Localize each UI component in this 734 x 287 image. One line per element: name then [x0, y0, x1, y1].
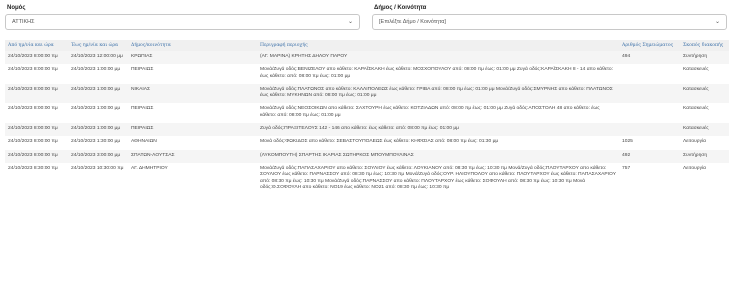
cell-note-number: 1025: [619, 136, 680, 150]
cell-reason: Λειτουργία: [680, 136, 729, 150]
table-row: 24/10/2023 8:00:00 πμ 24/10/2023 3:00:00 …: [5, 149, 729, 163]
cell-dimos: ΑΘΗΝΑΙΩΝ: [128, 136, 257, 150]
header-reason[interactable]: Σκοπός διακοπής: [680, 40, 729, 51]
cell-from: 24/10/2023 8:00:00 πμ: [5, 64, 68, 84]
cell-dimos: ΣΠΑΤΩΝ-ΛΟΥΤΣΑΣ: [128, 149, 257, 163]
nomos-select-value: ΑΤΤΙΚΗΣ: [12, 19, 35, 25]
cell-description: (ΑΓ. ΜΑΡΙΝΑ) ΚΡΗΤΗΣ ΔΗΛΟΥ ΠΑΡΟΥ: [257, 51, 619, 65]
cell-to: 24/10/2023 1:00:00 μμ: [68, 103, 128, 124]
cell-note-number: [619, 103, 680, 124]
table-header-row: Από ημ/νία και ώρα Έως ημ/νία και ώρα Δή…: [5, 40, 729, 51]
header-note-number[interactable]: Αριθμός Σημειώματος: [619, 40, 680, 51]
cell-from: 24/10/2023 8:30:00 πμ: [5, 162, 68, 196]
cell-to: 24/10/2023 1:00:00 μμ: [68, 123, 128, 137]
cell-to: 24/10/2023 1:30:00 μμ: [68, 136, 128, 150]
cell-reason: Λειτουργία: [680, 162, 729, 196]
outages-table: Από ημ/νία και ώρα Έως ημ/νία και ώρα Δή…: [5, 40, 729, 196]
cell-description: (ΛΥΚΟΜΠΟΥΤΗ) ΣΠΑΡΤΗΣ ΙΚΑΡΙΑΣ ΣΩΤΗΡΚΟΣ ΜΠ…: [257, 149, 619, 163]
cell-from: 24/10/2023 8:00:00 πμ: [5, 136, 68, 150]
cell-from: 24/10/2023 8:00:00 πμ: [5, 123, 68, 137]
cell-to: 24/10/2023 10:30:00 πμ: [68, 162, 128, 196]
cell-to: 24/10/2023 1:00:00 μμ: [68, 64, 128, 84]
filter-bar: Νομός ΑΤΤΙΚΗΣ ⌄ Δήμος / Κοινότητα [Επιλέ…: [5, 5, 729, 35]
cell-dimos: ΚΡΩΠΙΑΣ: [128, 51, 257, 65]
cell-note-number: [619, 83, 680, 104]
cell-to: 24/10/2023 12:00:00 μμ: [68, 51, 128, 65]
chevron-down-icon: ⌄: [714, 19, 720, 25]
table-row: 24/10/2023 8:00:00 πμ 24/10/2023 1:00:00 …: [5, 64, 729, 84]
cell-dimos: ΠΕΙΡΑΙΩΣ: [128, 64, 257, 84]
cell-dimos: ΠΕΙΡΑΙΩΣ: [128, 123, 257, 137]
cell-note-number: 492: [619, 149, 680, 163]
header-dimos[interactable]: Δήμος/κοινότητα: [128, 40, 257, 51]
cell-reason: Κατασκευές: [680, 123, 729, 137]
cell-description: Μονά/Ζυγά οδός:ΒΕΝΙΖΕΛΟΥ απο κάθετο: ΚΑΡ…: [257, 64, 619, 84]
nomos-label: Νομός: [7, 5, 26, 11]
header-from[interactable]: Από ημ/νία και ώρα: [5, 40, 68, 51]
cell-reason: Κατασκευές: [680, 83, 729, 104]
header-to[interactable]: Έως ημ/νία και ώρα: [68, 40, 128, 51]
cell-to: 24/10/2023 1:00:00 μμ: [68, 83, 128, 104]
table-row: 24/10/2023 8:00:00 πμ 24/10/2023 1:00:00 …: [5, 123, 729, 137]
cell-note-number: 494: [619, 51, 680, 65]
cell-reason: Συντήρηση: [680, 149, 729, 163]
table-row: 24/10/2023 8:00:00 πμ 24/10/2023 1:30:00 …: [5, 136, 729, 150]
cell-dimos: ΑΓ. ΔΗΜΗΤΡΙΟΥ: [128, 162, 257, 196]
cell-from: 24/10/2023 8:00:00 πμ: [5, 149, 68, 163]
cell-reason: Κατασκευές: [680, 64, 729, 84]
cell-reason: Συντήρηση: [680, 51, 729, 65]
dimos-select-value: [Επιλέξτε Δήμο / Κοινότητα]: [379, 19, 446, 25]
cell-reason: Κατασκευές: [680, 103, 729, 124]
cell-dimos: ΠΕΙΡΑΙΩΣ: [128, 103, 257, 124]
nomos-select[interactable]: ΑΤΤΙΚΗΣ ⌄: [5, 14, 360, 30]
dimos-select[interactable]: [Επιλέξτε Δήμο / Κοινότητα] ⌄: [372, 14, 727, 30]
cell-from: 24/10/2023 8:00:00 πμ: [5, 51, 68, 65]
cell-note-number: [619, 64, 680, 84]
cell-from: 24/10/2023 8:00:00 πμ: [5, 103, 68, 124]
cell-dimos: ΝΙΚΑΙΑΣ: [128, 83, 257, 104]
cell-description: Μονά/Ζυγά οδός:ΠΛΑΤΩΝΟΣ απο κάθετο: ΚΑΛΛ…: [257, 83, 619, 104]
cell-to: 24/10/2023 3:00:00 μμ: [68, 149, 128, 163]
table-row: 24/10/2023 8:00:00 πμ 24/10/2023 12:00:00…: [5, 51, 729, 65]
header-description[interactable]: Περιγραφή περιοχής: [257, 40, 619, 51]
cell-from: 24/10/2023 8:00:00 πμ: [5, 83, 68, 104]
table-row: 24/10/2023 8:00:00 πμ 24/10/2023 1:00:00 …: [5, 83, 729, 104]
cell-note-number: [619, 123, 680, 137]
cell-description: Μονά/Ζυγά οδός:ΠΑΠΑΣΑΧΑΡΙΟΥ απο κάθετο: …: [257, 162, 619, 196]
cell-description: Ζυγά οδός:ΠΡΑΞΙΤΕΛΟΥΣ 142 - 146 απο κάθε…: [257, 123, 619, 137]
table-row: 24/10/2023 8:00:00 πμ 24/10/2023 1:00:00 …: [5, 103, 729, 124]
cell-description: Μονά οδός:ΦΩΚΙΔΟΣ απο κάθετο: ΣΕΒΑΣΤΟΥΠΟ…: [257, 136, 619, 150]
cell-description: Μονά/Ζυγά οδός:ΝΕΟΣΟΙΚΩΝ απο κάθετο: ΣΑΧ…: [257, 103, 619, 124]
chevron-down-icon: ⌄: [347, 19, 353, 25]
dimos-label: Δήμος / Κοινότητα: [374, 5, 427, 11]
cell-note-number: 757: [619, 162, 680, 196]
table-row: 24/10/2023 8:30:00 πμ 24/10/2023 10:30:00…: [5, 162, 729, 196]
